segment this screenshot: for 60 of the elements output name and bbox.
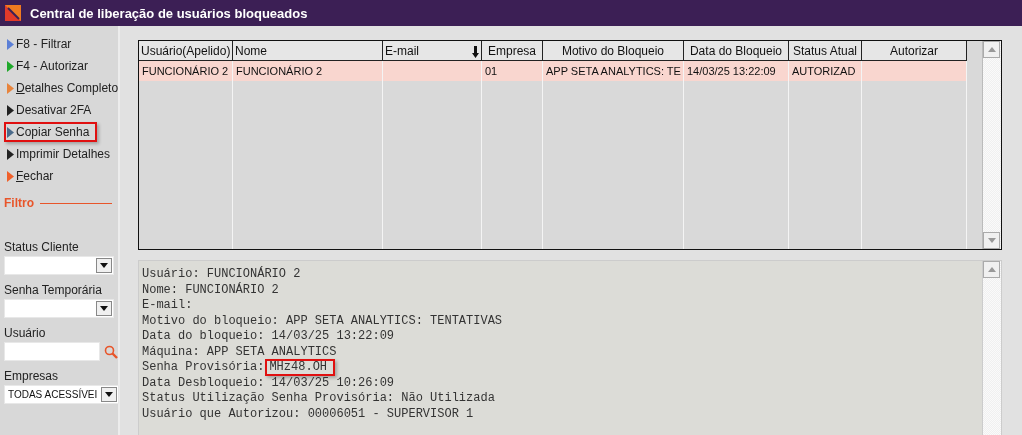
column-header[interactable]: Data do Bloqueio <box>684 41 789 61</box>
sidebar-action[interactable]: Imprimir Detalhes <box>4 144 119 164</box>
column-header[interactable]: E-mail <box>383 41 482 61</box>
sidebar-action[interactable]: Desativar 2FA <box>4 100 100 120</box>
scrollbar[interactable] <box>982 261 1001 435</box>
table-cell: AUTORIZAD <box>789 61 862 81</box>
scrollbar[interactable] <box>982 41 1001 249</box>
sidebar-action[interactable]: Fechar <box>4 166 62 186</box>
dropdown-field[interactable] <box>4 299 114 318</box>
detail-line: Data Desbloqueio: 14/03/25 10:26:09 <box>142 375 396 391</box>
scroll-down-button[interactable] <box>983 232 1000 249</box>
dropdown-button[interactable] <box>96 301 112 316</box>
filter-label: Usuário <box>4 326 47 340</box>
scroll-up-button[interactable] <box>983 261 1000 278</box>
detail-line: Usuário: FUNCIONÁRIO 2 <box>142 267 302 282</box>
detail-line: E-mail: <box>142 298 194 314</box>
sidebar-action[interactable]: F4 - Autorizar <box>4 56 97 76</box>
dropdown-button[interactable] <box>96 258 112 273</box>
window-title: Central de liberação de usuários bloqueados <box>30 5 308 21</box>
table-cell: APP SETA ANALYTICS: TE <box>543 61 684 81</box>
detail-line: Motivo do bloqueio: APP SETA ANALYTICS: TENTATIVAS <box>142 313 504 329</box>
caret-icon <box>105 392 113 397</box>
filter-label: Senha Temporária <box>4 283 103 297</box>
column-header[interactable]: Autorizar <box>862 41 967 61</box>
dropdown-value: TODAS ACESSÍVEI <box>8 389 98 400</box>
sort-arrow-icon <box>472 46 479 58</box>
scroll-down-icon <box>987 238 996 243</box>
detail-line: Senha Provisória: <box>142 360 265 376</box>
sidebar-action[interactable]: Copiar Senha <box>4 122 98 142</box>
filter-label: Status Cliente <box>4 240 80 254</box>
caret-icon <box>100 263 108 268</box>
detail-line: Status Utilização Senha Provisória: Não Utilizada <box>142 391 496 407</box>
table-cell: 01 <box>482 61 543 81</box>
column-header[interactable]: Nome <box>233 41 383 61</box>
detail-line: Nome: FUNCIONÁRIO 2 <box>142 282 280 298</box>
user-input[interactable] <box>4 342 100 361</box>
detail-line: Usuário que Autorizou: 00006051 - SUPERVISOR 1 <box>142 406 475 422</box>
scroll-up-icon <box>987 267 996 272</box>
column-header[interactable]: Empresa <box>482 41 543 61</box>
caret-icon <box>100 306 108 311</box>
app-logo-icon <box>4 4 22 22</box>
filter-label: Empresas <box>4 369 60 383</box>
dropdown-field[interactable]: TODAS ACESSÍVEI <box>4 385 119 404</box>
dropdown-field[interactable] <box>4 256 114 275</box>
filter-heading: Filtro <box>4 196 34 210</box>
dropdown-button[interactable] <box>101 387 117 402</box>
sidebar-action[interactable]: F8 - Filtrar <box>4 34 80 54</box>
sidebar-action[interactable]: Detalhes Completo <box>4 78 127 98</box>
column-header[interactable]: Usuário(Apelido) <box>139 41 233 61</box>
detail-line: Máquina: APP SETA ANALYTICS <box>142 344 338 360</box>
scroll-up-button[interactable] <box>983 41 1000 58</box>
table-cell: FUNCIONÁRIO 2 <box>233 61 383 81</box>
table-cell: 14/03/25 13:22:09 <box>684 61 789 81</box>
detail-line: Data do bloqueio: 14/03/25 13:22:09 <box>142 329 396 345</box>
column-header[interactable]: Motivo do Bloqueio <box>543 41 684 61</box>
column-header[interactable]: Status Atual <box>789 41 862 61</box>
scroll-up-icon <box>987 47 996 52</box>
password-value: MHz48.OH <box>265 359 336 377</box>
table-cell: FUNCIONÁRIO 2 <box>139 61 233 81</box>
search-icon[interactable] <box>104 344 118 359</box>
